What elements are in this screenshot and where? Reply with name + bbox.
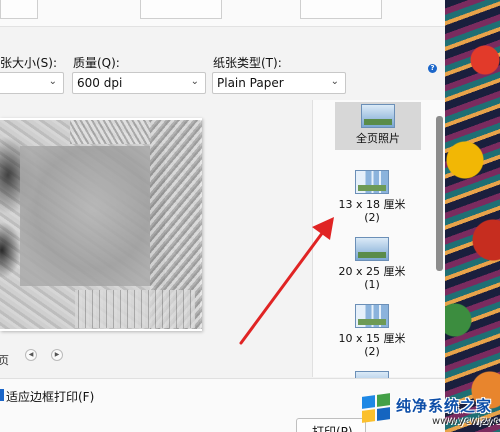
windows-logo-icon (362, 393, 392, 424)
watermark-url: www.ycwjzy.com (432, 416, 500, 427)
site-watermark: 纯净系统之家 www.ycwjzy.com (358, 390, 500, 432)
annotation-arrow-icon (239, 217, 334, 345)
watermark-title: 纯净系统之家 (396, 397, 493, 415)
